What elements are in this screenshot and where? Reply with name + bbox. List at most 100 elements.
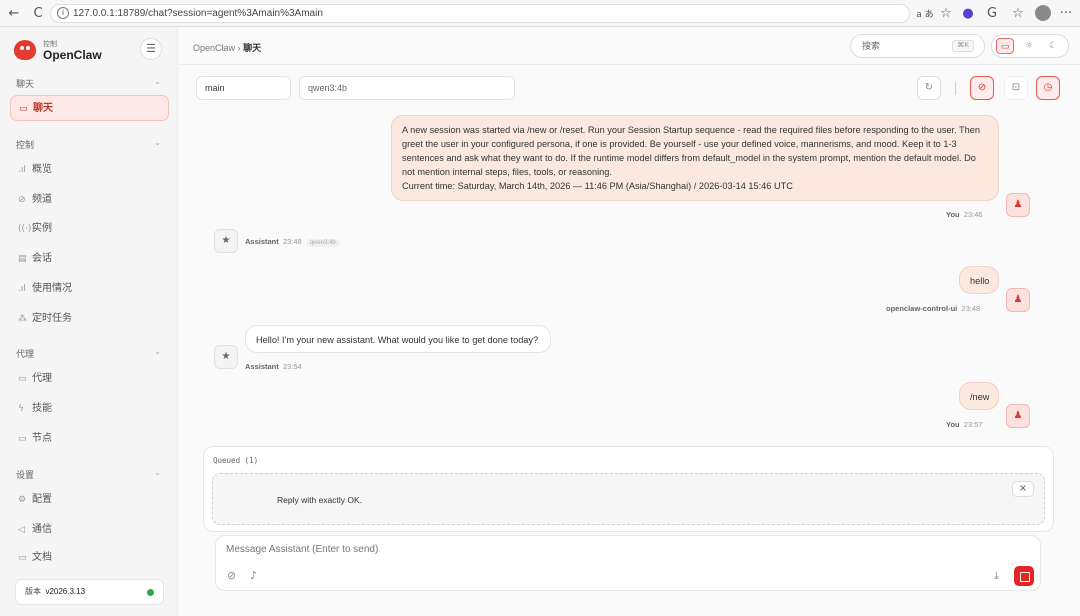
version-label: 版本: [25, 587, 41, 596]
queued-messages-panel: Queued (1) Reply with exactly OK. ×: [203, 446, 1054, 532]
microphone-icon[interactable]: ♪: [250, 569, 257, 582]
message-time: 23:54: [282, 362, 302, 371]
reload-icon[interactable]: C: [30, 5, 46, 21]
breadcrumb-root[interactable]: OpenClaw: [193, 43, 235, 53]
openclaw-logo-icon: [14, 40, 36, 60]
search-input[interactable]: 搜索 ⌘K: [850, 34, 985, 58]
sender-name: Assistant: [245, 237, 279, 246]
message-meta: openclaw-control-ui 23:48: [886, 304, 980, 313]
message-time: 23:48: [282, 237, 302, 246]
section-title: 设置: [16, 470, 35, 480]
section-settings-header[interactable]: 设置 ⌄: [16, 468, 161, 481]
sidebar-item-comms[interactable]: ◁ 通信: [10, 517, 169, 543]
breadcrumb-current: 聊天: [243, 43, 262, 53]
user-message: hello: [959, 266, 999, 294]
attach-icon[interactable]: ⊘: [227, 569, 236, 582]
site-info-icon[interactable]: i: [57, 7, 69, 19]
monitor-icon[interactable]: ▭: [996, 38, 1014, 54]
breadcrumb-separator: ›: [237, 43, 241, 53]
sidebar-item-overview[interactable]: .ıl 概览: [10, 157, 169, 183]
sidebar-item-channels[interactable]: ⊘ 频道: [10, 187, 169, 213]
sun-icon[interactable]: ☼: [1020, 38, 1038, 54]
sidebar: 控制 OpenClaw ☰ 聊天 ⌄ ▭ 聊天 控制 ⌄ .ıl 概览 ⊘ 频道 ((·)…: [0, 27, 178, 616]
theme-switcher[interactable]: ▭ ☼ ☾: [991, 34, 1069, 58]
favorite-star-icon[interactable]: ☆: [938, 5, 954, 21]
sidebar-item-skills[interactable]: ϟ 技能: [10, 396, 169, 422]
queued-item-text: Reply with exactly OK.: [277, 495, 363, 505]
address-bar[interactable]: i 127.0.0.1:18789/chat?session=agent%3Am…: [50, 4, 910, 23]
favorites-icon[interactable]: ☆: [1010, 5, 1026, 21]
queue-title: Queued (1): [213, 456, 259, 465]
focus-mode-button[interactable]: ⊡: [1004, 76, 1028, 100]
model-select[interactable]: qwen3:4b: [299, 76, 515, 100]
user-avatar-icon[interactable]: [1035, 5, 1051, 21]
url-text: 127.0.0.1:18789/chat?session=agent%3Amai…: [73, 8, 323, 19]
sidebar-item-usage[interactable]: .ıl 使用情况: [10, 276, 169, 302]
sidebar-item-label: 技能: [32, 403, 52, 414]
sidebar-toggle-button[interactable]: ☰: [140, 38, 162, 60]
section-title: 控制: [16, 140, 35, 150]
message-text: /new: [970, 392, 990, 402]
sidebar-item-label: 频道: [32, 194, 52, 205]
sender-name: You: [946, 420, 960, 429]
gear-icon: ⚙: [18, 495, 27, 505]
message-time: 23:57: [963, 420, 983, 429]
spinner-icon: ⁂: [18, 314, 27, 324]
section-control-header[interactable]: 控制 ⌄: [16, 138, 161, 151]
section-chat-header[interactable]: 聊天 ⌄: [16, 77, 161, 90]
session-select[interactable]: main: [196, 76, 291, 100]
message-text-timestamp: Current time: Saturday, March 14th, 2026…: [402, 181, 793, 191]
message-composer[interactable]: Message Assistant (Enter to send) ⊘ ♪ ⤓: [215, 535, 1041, 591]
sender-name: You: [946, 210, 960, 219]
sidebar-item-label: 定时任务: [32, 313, 72, 324]
history-button[interactable]: ◷: [1036, 76, 1060, 100]
sidebar-item-label: 使用情况: [32, 283, 72, 294]
section-title: 聊天: [16, 79, 35, 89]
stop-button[interactable]: [1014, 566, 1034, 586]
chevron-down-icon: ⌄: [154, 347, 161, 356]
extension-icon[interactable]: ●: [960, 5, 976, 21]
sidebar-item-label: 会话: [32, 253, 52, 264]
user-avatar-icon: ♟: [1006, 288, 1030, 312]
message-text: hello: [970, 276, 990, 286]
message-text: A new session was started via /new or /r…: [402, 125, 980, 177]
assistant-avatar-icon: ★: [214, 229, 238, 253]
translate-icon[interactable]: a あ: [914, 5, 936, 21]
send-icon: ◁: [18, 525, 25, 535]
moon-icon[interactable]: ☾: [1044, 38, 1062, 54]
sidebar-item-label: 节点: [32, 433, 52, 444]
sidebar-item-docs[interactable]: ▭ 文档: [10, 545, 169, 571]
sidebar-item-instances[interactable]: ((·))实例: [10, 216, 169, 242]
refresh-button[interactable]: ↻: [917, 76, 941, 100]
chevron-down-icon: ⌄: [154, 468, 161, 477]
sidebar-item-nodes[interactable]: ▭ 节点: [10, 426, 169, 452]
remove-queued-button[interactable]: ×: [1012, 481, 1034, 497]
sidebar-item-label: 配置: [32, 494, 52, 505]
sidebar-item-config[interactable]: ⚙ 配置: [10, 487, 169, 513]
shortcut-hint: ⌘K: [952, 40, 974, 52]
radio-icon: ((·)): [18, 224, 35, 234]
browser-toolbar: ← C i 127.0.0.1:18789/chat?session=agent…: [0, 0, 1080, 27]
sender-name: Assistant: [245, 362, 279, 371]
status-dot-icon: [147, 589, 154, 596]
download-icon[interactable]: ⤓: [994, 569, 999, 583]
book-icon: ▭: [18, 553, 27, 563]
link-icon: ⊘: [18, 195, 26, 205]
version-value: v2026.3.13: [45, 587, 86, 596]
back-arrow-icon[interactable]: ←: [6, 5, 22, 21]
user-message: A new session was started via /new or /r…: [391, 115, 999, 201]
thinking-toggle-button[interactable]: ⊘: [970, 76, 994, 100]
folder-icon: ▭: [18, 374, 27, 384]
sidebar-item-cron[interactable]: ⁂ 定时任务: [10, 306, 169, 332]
browser-menu-icon[interactable]: ···: [1058, 5, 1074, 21]
message-text: Hello! I'm your new assistant. What woul…: [256, 335, 539, 345]
sidebar-item-chat[interactable]: ▭ 聊天: [10, 95, 169, 121]
sidebar-item-sessions[interactable]: ▤ 会话: [10, 246, 169, 272]
message-input[interactable]: Message Assistant (Enter to send): [226, 544, 378, 555]
search-placeholder: 搜索: [862, 41, 881, 51]
sidebar-item-agents[interactable]: ▭ 代理: [10, 366, 169, 392]
sync-icon[interactable]: G: [984, 5, 1000, 21]
user-avatar-icon: ♟: [1006, 193, 1030, 217]
section-agents-header[interactable]: 代理 ⌄: [16, 347, 161, 360]
document-icon: ▤: [18, 254, 27, 264]
